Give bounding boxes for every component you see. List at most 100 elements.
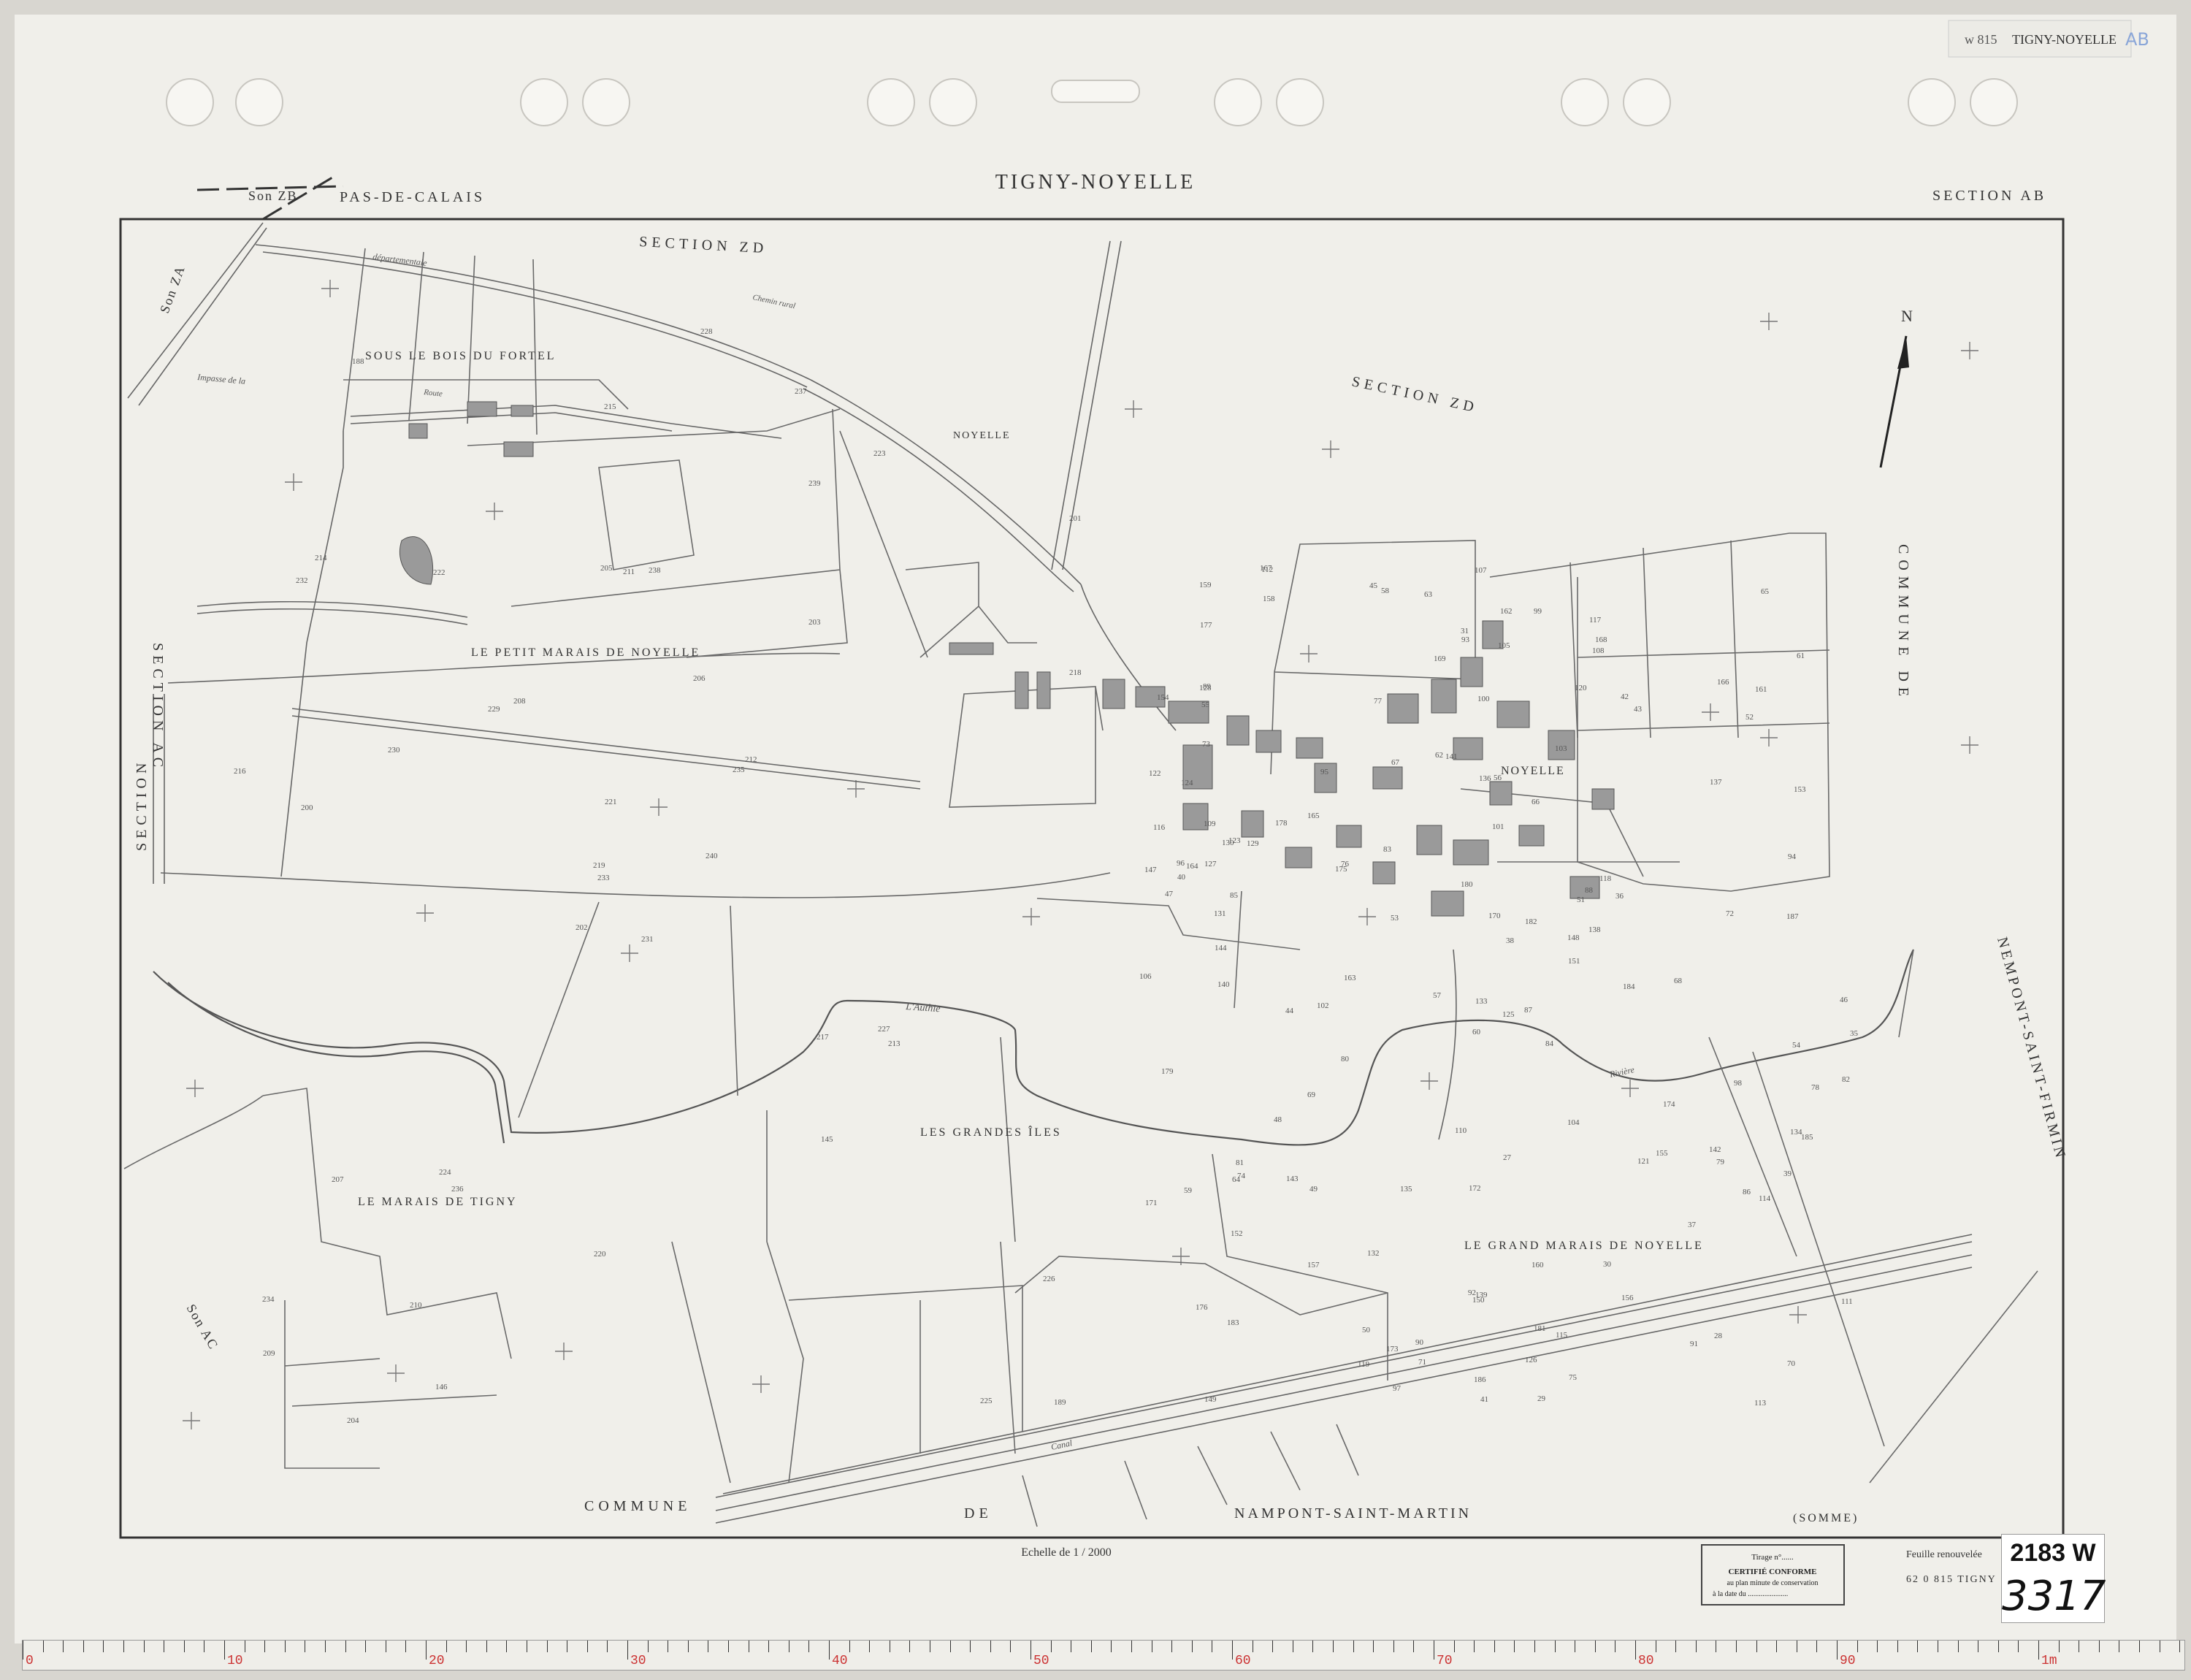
parcel-number: 189 (1054, 1398, 1066, 1407)
parcel-number: 228 (700, 327, 713, 336)
parcel-number: 119 (1358, 1360, 1370, 1369)
parcel-number: 235 (733, 765, 745, 774)
ruler-tick (1514, 1641, 1515, 1652)
ruler-tick (446, 1641, 447, 1652)
ruler-tick (1997, 1641, 1999, 1652)
ruler-tick (990, 1641, 991, 1652)
parcel-number: 97 (1393, 1384, 1402, 1393)
parcel-number: 226 (1043, 1275, 1055, 1283)
parcel-number: 95 (1320, 768, 1329, 776)
ruler-tick (909, 1641, 911, 1652)
parcel-number: 81 (1236, 1158, 1244, 1167)
ruler-tick (1494, 1641, 1495, 1652)
ruler-tick (1695, 1641, 1697, 1652)
parcel-number: 73 (1202, 740, 1211, 749)
parcel-number: 45 (1369, 581, 1378, 590)
parcel-number: 87 (1524, 1006, 1533, 1015)
parcel-number: 131 (1214, 909, 1226, 918)
parcel-number: 36 (1615, 892, 1624, 901)
corner-section-label: Son ZB (248, 188, 298, 203)
parcel-number: 202 (576, 923, 588, 932)
parcel-number: 183 (1227, 1318, 1239, 1327)
paper-background (15, 15, 2176, 1643)
parcel-number: 233 (597, 874, 610, 882)
parcel-number: 161 (1755, 685, 1767, 694)
certificate-line2: à la date du ...................... (1713, 1590, 1788, 1598)
ruler-tick (849, 1641, 850, 1652)
parcel-number: 102 (1317, 1001, 1329, 1010)
parcel-number: 35 (1850, 1029, 1859, 1038)
parcel-number: 96 (1177, 859, 1185, 868)
parcel-number: 210 (410, 1301, 422, 1310)
parcel-number: 61 (1797, 652, 1805, 660)
parcel-number: 108 (1592, 646, 1605, 655)
ruler-tick (1957, 1641, 1959, 1652)
parcel-number: 30 (1603, 1260, 1612, 1269)
archive-number: 2183 W (2010, 1539, 2096, 1567)
parcel-number: 170 (1488, 912, 1501, 920)
parcel-number: 168 (1595, 635, 1607, 644)
ruler-label: 0 (26, 1654, 34, 1668)
parcel-number: 47 (1165, 890, 1174, 898)
parcel-number: 181 (1534, 1324, 1546, 1333)
parcel-number: 59 (1184, 1186, 1193, 1195)
parcel-number: 43 (1634, 705, 1643, 714)
parcel-number: 180 (1461, 880, 1473, 889)
parcel-number: 129 (1247, 839, 1259, 848)
ruler-tick (345, 1641, 346, 1652)
parcel-number: 225 (980, 1397, 993, 1405)
parcel-number: 113 (1754, 1399, 1767, 1408)
parcel-number: 121 (1637, 1157, 1650, 1166)
parcel-number: 49 (1309, 1185, 1318, 1194)
parcel-number: 207 (332, 1175, 344, 1184)
ruler-tick (1534, 1641, 1535, 1652)
label-sous-le-bois: SOUS LE BOIS DU FORTEL (365, 350, 557, 362)
parcel-number: 63 (1424, 590, 1433, 599)
parcel-number: 58 (1381, 587, 1390, 595)
parcel-number: 156 (1621, 1294, 1634, 1302)
parcel-number: 185 (1801, 1133, 1813, 1142)
parcel-number: 56 (1494, 774, 1502, 782)
parcel-number: 85 (1230, 891, 1239, 900)
parcel-number: 126 (1525, 1356, 1537, 1364)
ruler-tick (829, 1641, 830, 1660)
parcel-number: 145 (821, 1135, 833, 1144)
parcel-number: 179 (1161, 1067, 1174, 1076)
archive-stamp: 2183 W 3317 (2001, 1534, 2106, 1623)
parcel-number: 75 (1569, 1373, 1578, 1382)
parcel-number: 88 (1585, 886, 1594, 895)
ruler-tick (1917, 1641, 1919, 1652)
parcel-number: 177 (1200, 621, 1212, 630)
label-grand-marais: LE GRAND MARAIS DE NOYELLE (1464, 1240, 1704, 1252)
parcel-number: 84 (1545, 1039, 1554, 1048)
ruler-tick (1232, 1641, 1233, 1660)
parcel-number: 27 (1503, 1153, 1512, 1162)
parcel-number: 158 (1263, 595, 1275, 603)
parcel-number: 240 (706, 852, 718, 860)
parcel-number: 91 (1690, 1340, 1698, 1348)
ruler-label: 70 (1437, 1654, 1453, 1668)
parcel-number: 205 (600, 564, 613, 573)
parcel-number: 122 (1149, 769, 1161, 778)
ruler-tick (1413, 1641, 1415, 1652)
parcel-number: 39 (1783, 1169, 1792, 1178)
handwritten-number: 3317 (2002, 1573, 2106, 1620)
parcel-number: 67 (1391, 758, 1400, 767)
ruler-tick (1635, 1641, 1636, 1660)
ruler-tick (42, 1641, 44, 1652)
parcel-number: 134 (1790, 1128, 1802, 1137)
ruler-tick (627, 1641, 628, 1660)
parcel-number: 116 (1153, 823, 1166, 832)
parcel-number: 217 (817, 1033, 829, 1042)
parcel-number: 109 (1204, 820, 1216, 828)
parcel-number: 169 (1434, 654, 1446, 663)
ruler-tick (2098, 1641, 2100, 1652)
ruler-label: 40 (832, 1654, 848, 1668)
parcel-number: 186 (1474, 1375, 1486, 1384)
parcel-number: 93 (1461, 635, 1470, 644)
ruler-tick (1333, 1641, 1334, 1652)
ruler-tick (1857, 1641, 1858, 1652)
parcel-number: 139 (1475, 1291, 1488, 1299)
parcel-number: 74 (1237, 1172, 1246, 1180)
parcel-number: 135 (1400, 1185, 1412, 1194)
